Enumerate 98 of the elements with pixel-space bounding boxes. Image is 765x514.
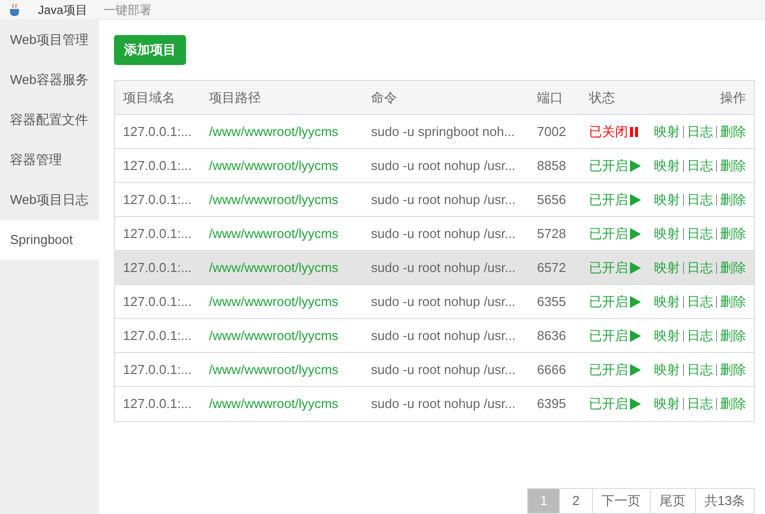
play-icon: [630, 398, 641, 410]
path-link[interactable]: /www/wwwroot/lyycms: [209, 158, 338, 173]
coffee-cup-icon: [8, 2, 22, 16]
path-link[interactable]: /www/wwwroot/lyycms: [209, 362, 338, 377]
action-link[interactable]: 日志: [687, 190, 713, 210]
status-toggle[interactable]: 已开启: [589, 258, 641, 278]
play-icon: [630, 228, 641, 240]
path-link[interactable]: /www/wwwroot/lyycms: [209, 294, 338, 309]
domain-cell: 127.0.0.1:...: [123, 362, 192, 377]
column-header: 操作: [719, 88, 747, 107]
status-toggle[interactable]: 已开启: [589, 326, 641, 346]
column-header: 端口: [536, 88, 564, 107]
sidebar-item[interactable]: Web项目管理: [0, 20, 99, 60]
column-header: 项目域名: [122, 88, 176, 107]
action-link[interactable]: 映射: [654, 156, 680, 176]
action-link[interactable]: 删除: [720, 394, 746, 414]
top-tab[interactable]: 一键部署: [103, 0, 152, 18]
status-toggle[interactable]: 已关闭: [589, 122, 638, 142]
port-cell: 6572: [537, 260, 566, 275]
command-cell: sudo -u root nohup /usr...: [371, 294, 516, 309]
action-link[interactable]: 映射: [654, 258, 680, 278]
action-link[interactable]: 日志: [687, 360, 713, 380]
command-cell: sudo -u root nohup /usr...: [371, 226, 516, 241]
command-cell: sudo -u springboot noh...: [371, 124, 515, 139]
sidebar-item[interactable]: Springboot: [0, 220, 99, 260]
page-button[interactable]: 1: [528, 489, 560, 513]
play-icon: [630, 364, 641, 376]
action-link[interactable]: 删除: [720, 156, 746, 176]
domain-cell: 127.0.0.1:...: [123, 124, 192, 139]
command-cell: sudo -u root nohup /usr...: [371, 362, 516, 377]
status-toggle[interactable]: 已开启: [589, 190, 641, 210]
play-icon: [630, 330, 641, 342]
sidebar-item[interactable]: 容器配置文件: [0, 100, 99, 140]
action-link[interactable]: 日志: [687, 326, 713, 346]
port-cell: 8636: [537, 328, 566, 343]
path-link[interactable]: /www/wwwroot/lyycms: [209, 124, 338, 139]
action-link[interactable]: 删除: [720, 122, 746, 142]
action-link[interactable]: 删除: [720, 326, 746, 346]
port-cell: 5728: [537, 226, 566, 241]
port-cell: 6666: [537, 362, 566, 377]
action-link[interactable]: 日志: [687, 156, 713, 176]
sidebar-item[interactable]: Web容器服务: [0, 60, 99, 100]
action-link[interactable]: 日志: [687, 258, 713, 278]
domain-cell: 127.0.0.1:...: [123, 158, 192, 173]
action-link[interactable]: 映射: [654, 394, 680, 414]
play-icon: [630, 160, 641, 172]
command-cell: sudo -u root nohup /usr...: [371, 260, 516, 275]
action-link[interactable]: 映射: [654, 292, 680, 312]
status-toggle[interactable]: 已开启: [589, 394, 641, 414]
action-link[interactable]: 删除: [720, 224, 746, 244]
action-link[interactable]: 映射: [654, 122, 680, 142]
action-link[interactable]: 映射: [654, 224, 680, 244]
domain-cell: 127.0.0.1:...: [123, 328, 192, 343]
path-link[interactable]: /www/wwwroot/lyycms: [209, 226, 338, 241]
command-cell: sudo -u root nohup /usr...: [371, 158, 516, 173]
action-link[interactable]: 映射: [654, 190, 680, 210]
status-toggle[interactable]: 已开启: [589, 224, 641, 244]
domain-cell: 127.0.0.1:...: [123, 192, 192, 207]
sidebar-item[interactable]: 容器管理: [0, 140, 99, 180]
command-cell: sudo -u root nohup /usr...: [371, 192, 516, 207]
domain-cell: 127.0.0.1:...: [123, 260, 192, 275]
port-cell: 7002: [537, 124, 566, 139]
action-link[interactable]: 删除: [720, 258, 746, 278]
action-link[interactable]: 映射: [654, 360, 680, 380]
port-cell: 5656: [537, 192, 566, 207]
action-link[interactable]: 日志: [687, 394, 713, 414]
command-cell: sudo -u root nohup /usr...: [371, 396, 516, 412]
command-cell: sudo -u root nohup /usr...: [371, 328, 516, 343]
add-project-button[interactable]: 添加项目: [114, 35, 186, 65]
port-cell: 8858: [537, 158, 566, 173]
path-link[interactable]: /www/wwwroot/lyycms: [209, 192, 338, 207]
pause-icon: [630, 126, 638, 136]
action-link[interactable]: 删除: [720, 292, 746, 312]
port-cell: 6355: [537, 294, 566, 309]
play-icon: [630, 194, 641, 206]
action-link[interactable]: 删除: [720, 190, 746, 210]
status-toggle[interactable]: 已开启: [589, 360, 641, 380]
status-toggle[interactable]: 已开启: [589, 156, 641, 176]
action-link[interactable]: 映射: [654, 326, 680, 346]
sidebar-item[interactable]: Web项目日志: [0, 180, 99, 220]
column-header: 状态: [588, 88, 616, 107]
play-icon: [630, 296, 641, 308]
domain-cell: 127.0.0.1:...: [123, 226, 192, 241]
column-header: 命令: [370, 88, 398, 107]
action-link[interactable]: 删除: [720, 360, 746, 380]
action-link[interactable]: 日志: [687, 292, 713, 312]
port-cell: 6395: [537, 396, 566, 412]
play-icon: [630, 262, 641, 274]
path-link[interactable]: /www/wwwroot/lyycms: [209, 260, 338, 275]
domain-cell: 127.0.0.1:...: [123, 396, 192, 412]
action-link[interactable]: 日志: [687, 122, 713, 142]
domain-cell: 127.0.0.1:...: [123, 294, 192, 309]
top-tab[interactable]: Java项目: [38, 0, 88, 18]
path-link[interactable]: /www/wwwroot/lyycms: [209, 328, 338, 343]
path-link[interactable]: /www/wwwroot/lyycms: [209, 396, 338, 412]
status-toggle[interactable]: 已开启: [589, 292, 641, 312]
column-header: 项目路径: [208, 88, 262, 107]
action-link[interactable]: 日志: [687, 224, 713, 244]
